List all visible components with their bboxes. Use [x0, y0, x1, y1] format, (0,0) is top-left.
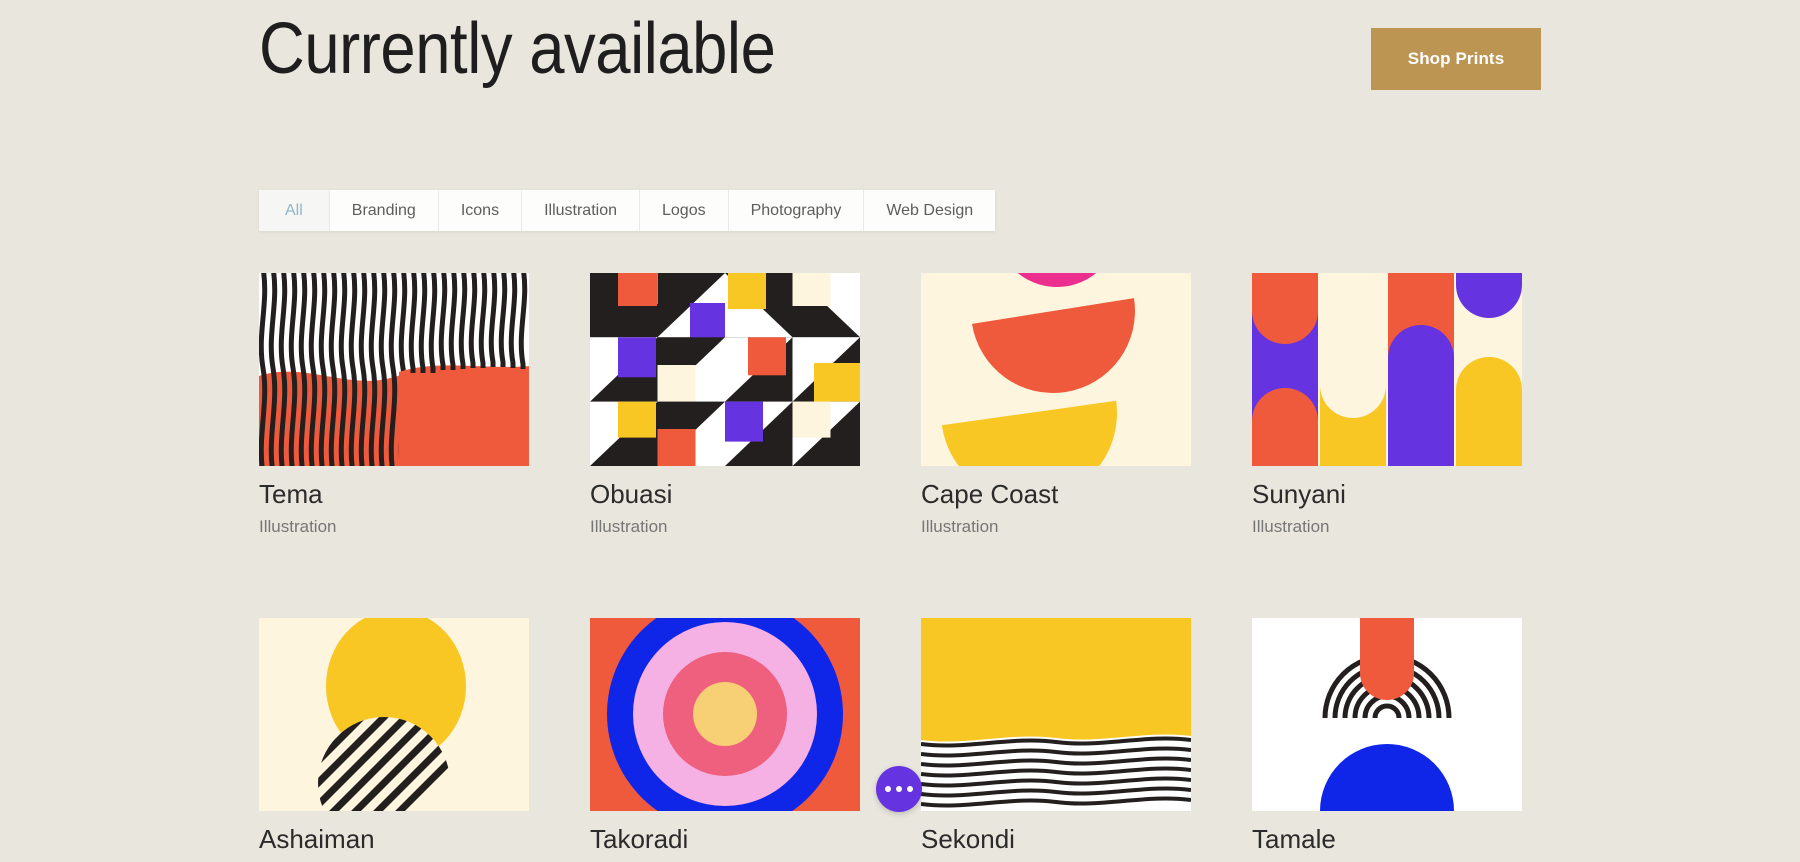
artwork-sun-striped-circle[interactable] — [259, 618, 529, 812]
artwork-arch-columns[interactable] — [1252, 273, 1522, 466]
more-options-fab[interactable] — [876, 766, 922, 812]
card-title: Obuasi — [590, 479, 673, 509]
page-header: Currently available Shop Prints — [259, 0, 1541, 130]
card-category: Illustration — [921, 516, 999, 536]
filter-tab-icons[interactable]: Icons — [438, 190, 523, 231]
filter-tab-photography[interactable]: Photography — [728, 190, 865, 231]
artwork-arches-and-dome[interactable] — [1252, 618, 1522, 812]
card-title: Sunyani — [1252, 479, 1346, 509]
shop-prints-button[interactable]: Shop Prints — [1371, 28, 1541, 90]
card-category: Illustration — [1252, 516, 1330, 536]
card-category: Illustration — [259, 516, 337, 536]
more-horizontal-icon-dot — [885, 786, 891, 792]
artwork-concentric-target[interactable] — [590, 618, 860, 812]
filter-tab-illustration[interactable]: Illustration — [522, 190, 640, 231]
gallery-card: Ashaiman — [259, 618, 529, 862]
more-horizontal-icon-dot — [907, 786, 913, 792]
gallery-card: Sunyani Illustration — [1252, 273, 1522, 536]
gallery-card: Obuasi Illustration — [590, 273, 860, 536]
artwork-yellow-wave-lines[interactable] — [921, 618, 1191, 812]
gallery-card: Tema Illustration — [259, 273, 529, 536]
gallery-card: Sekondi — [921, 618, 1191, 862]
page-title: Currently available — [259, 9, 776, 89]
artwork-stacked-half-circles[interactable] — [921, 273, 1191, 466]
artwork-bauhaus-grid[interactable] — [590, 273, 860, 466]
card-title: Takoradi — [590, 824, 689, 855]
card-category: Illustration — [590, 516, 668, 536]
card-title: Sekondi — [921, 824, 1015, 855]
filter-tab-web-design[interactable]: Web Design — [864, 190, 996, 231]
filter-tab-all[interactable]: All — [259, 190, 330, 231]
gallery-card: Cape Coast Illustration — [921, 273, 1191, 536]
gallery-card: Tamale — [1252, 618, 1522, 862]
card-title: Cape Coast — [921, 479, 1059, 509]
card-title: Tema — [259, 479, 323, 509]
category-filter-tabs: All Branding Icons Illustration Logos Ph… — [259, 190, 996, 231]
artwork-wavy-stripes-orange[interactable] — [259, 273, 529, 466]
filter-tab-logos[interactable]: Logos — [640, 190, 729, 231]
filter-tab-branding[interactable]: Branding — [329, 190, 439, 231]
more-horizontal-icon-dot — [896, 786, 902, 792]
card-title: Tamale — [1252, 824, 1336, 855]
card-title: Ashaiman — [259, 824, 375, 855]
gallery-card: Takoradi — [590, 618, 860, 862]
